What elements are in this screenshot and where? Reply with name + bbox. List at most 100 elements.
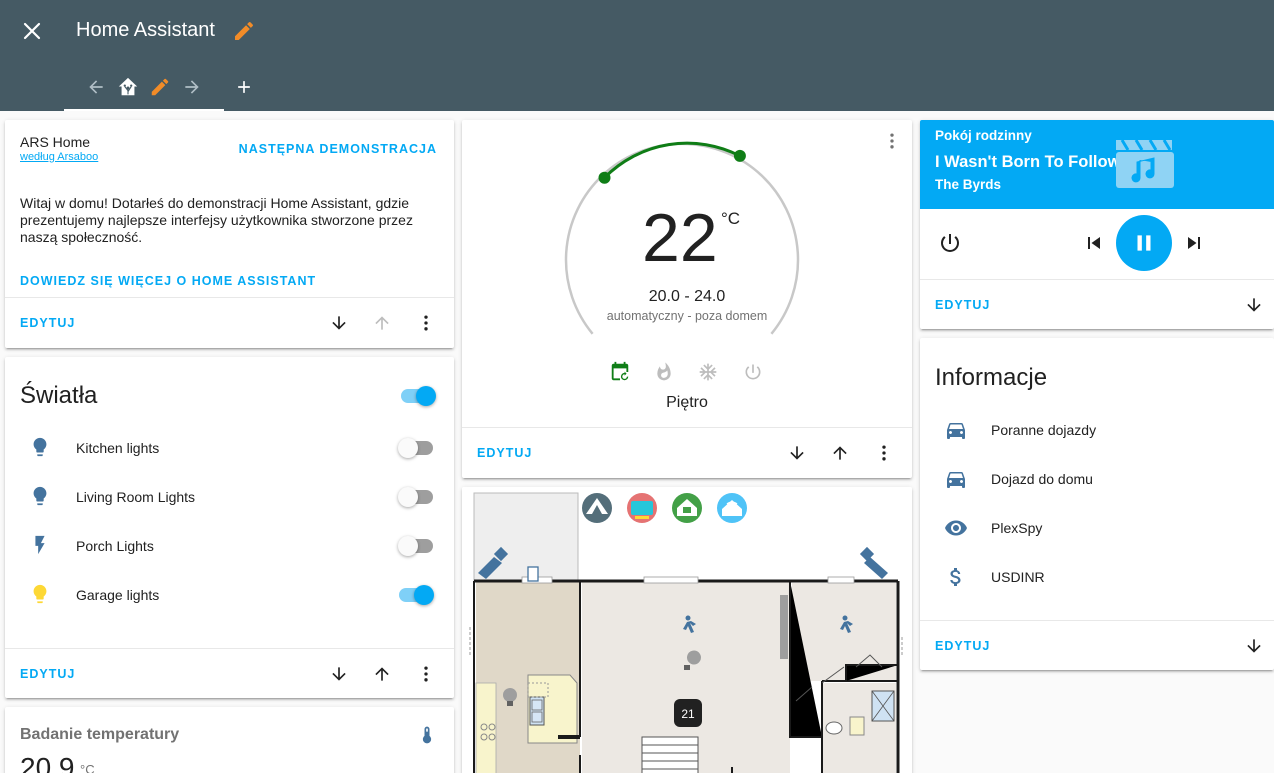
temperature-unit: °C (721, 209, 741, 228)
card-actions: EDYTUJ (920, 279, 1274, 329)
thermostat-name: Piętro (666, 394, 708, 411)
camera-icon[interactable] (864, 549, 894, 579)
skip-next-icon[interactable] (1182, 231, 1206, 255)
floorplan-image: 21 (462, 487, 912, 773)
light-row: Garage lights (5, 582, 454, 622)
power-icon[interactable] (743, 362, 765, 384)
media-track-title: I Wasn't Born To Follow (935, 153, 1121, 171)
light-name[interactable]: Porch Lights (76, 538, 154, 554)
fire-icon[interactable] (654, 362, 676, 384)
app-toolbar: Home Assistant (0, 0, 1274, 111)
info-item-label: PlexSpy (991, 520, 1043, 536)
arrow-down-icon[interactable] (327, 311, 351, 335)
lights-card: Światła Kitchen lights Living Room Light… (5, 357, 454, 698)
light-bulb-icon[interactable] (500, 685, 522, 707)
light-name[interactable]: Kitchen lights (76, 440, 159, 456)
edit-button[interactable]: EDYTUJ (935, 639, 990, 653)
lightbulb-icon[interactable] (29, 436, 51, 458)
learn-more-link[interactable]: DOWIEDZ SIĘ WIĘCEJ O HOME ASSISTANT (20, 274, 316, 288)
lightbulb-icon[interactable] (29, 583, 51, 605)
hvac-mode-text: automatyczny - poza domem (606, 309, 768, 323)
arrow-down-icon[interactable] (327, 662, 351, 686)
snowflake-icon[interactable] (698, 362, 720, 384)
sensor-value: 20.9 (20, 752, 75, 773)
arrow-down-icon[interactable] (785, 441, 809, 465)
home-assistant-icon[interactable] (116, 75, 140, 99)
power-icon[interactable] (938, 231, 962, 255)
media-artist: The Byrds (935, 177, 1002, 192)
more-vert-icon[interactable] (414, 662, 438, 686)
calendar-sync-icon[interactable] (609, 361, 631, 383)
target-range: 20.0 - 24.0 (648, 288, 726, 305)
light-row: Porch Lights (5, 533, 454, 573)
lightbulb-icon[interactable] (29, 485, 51, 507)
pencil-icon[interactable] (148, 75, 172, 99)
skip-previous-icon[interactable] (1082, 231, 1106, 255)
edit-button[interactable]: EDYTUJ (20, 316, 75, 330)
next-demo-button[interactable]: NASTĘPNA DEMONSTRACJA (239, 142, 437, 156)
high-setpoint-handle (733, 149, 746, 162)
card-actions: EDYTUJ (5, 648, 454, 698)
eye-icon (944, 516, 968, 540)
thermometer-icon (417, 723, 437, 747)
pause-icon[interactable] (1116, 215, 1172, 271)
sensor-title: Badanie temperatury (20, 726, 180, 743)
edit-button[interactable]: EDYTUJ (20, 667, 75, 681)
media-room-name: Pokój rodzinny (935, 128, 1032, 143)
info-row[interactable]: Dojazd do domu (920, 467, 1274, 507)
car-icon (944, 467, 968, 491)
plus-icon[interactable] (232, 75, 256, 99)
more-vert-icon[interactable] (872, 441, 896, 465)
currency-usd-icon (944, 565, 968, 589)
light-toggle[interactable] (398, 585, 434, 605)
media-player-card: Pokój rodzinny I Wasn't Born To Follow T… (920, 120, 1274, 329)
light-toggle[interactable] (398, 487, 434, 507)
lock-home-icon[interactable] (672, 493, 704, 525)
light-toggle[interactable] (398, 438, 434, 458)
camera-icon[interactable] (476, 549, 506, 579)
card-actions: EDYTUJ (920, 620, 1274, 670)
demo-description: Witaj w domu! Dotarłeś do demonstracji H… (20, 195, 413, 245)
arrow-up-icon[interactable] (370, 662, 394, 686)
card-actions: EDYTUJ (5, 297, 454, 348)
edit-button[interactable]: EDYTUJ (935, 298, 990, 312)
floorplan-card: 21 (462, 487, 912, 773)
media-header[interactable]: Pokój rodzinny I Wasn't Born To Follow T… (920, 120, 1274, 209)
information-card: Informacje Poranne dojazdy Dojazd do dom… (920, 338, 1274, 670)
light-name[interactable]: Living Room Lights (76, 489, 195, 505)
info-card-title: Informacje (935, 364, 1048, 391)
temperature-sensor-card[interactable]: Badanie temperatury 20.9 °C (5, 707, 454, 773)
wifi-home-icon[interactable] (717, 493, 749, 525)
info-row[interactable]: PlexSpy (920, 516, 1274, 556)
movie-music-icon (1112, 136, 1178, 190)
low-setpoint-handle (598, 171, 611, 184)
arrow-down-icon[interactable] (1242, 293, 1266, 317)
thermostat-card: 22 °C 20.0 - 24.0 automatyczny - poza do… (462, 120, 912, 478)
close-icon[interactable] (18, 17, 46, 45)
author-link[interactable]: według Arsaboo (20, 151, 98, 163)
light-toggle[interactable] (398, 536, 434, 556)
card-actions: EDYTUJ (462, 427, 912, 478)
light-name[interactable]: Garage lights (76, 587, 159, 603)
info-row[interactable]: Poranne dojazdy (920, 418, 1274, 458)
info-item-label: USDINR (991, 569, 1045, 585)
more-vert-icon[interactable] (414, 311, 438, 335)
lights-card-title: Światła (20, 382, 98, 409)
arrow-down-icon[interactable] (1242, 634, 1266, 658)
arrow-left-icon[interactable] (84, 75, 108, 99)
flash-icon[interactable] (29, 534, 51, 556)
lights-master-toggle[interactable] (400, 386, 436, 406)
edit-button[interactable]: EDYTUJ (477, 446, 532, 460)
pencil-icon[interactable] (232, 19, 256, 43)
server-icon[interactable] (582, 493, 614, 525)
info-row[interactable]: USDINR (920, 565, 1274, 605)
arrow-up-icon[interactable] (828, 441, 852, 465)
demo-card: ARS Home według Arsaboo NASTĘPNA DEMONST… (5, 120, 454, 348)
tv-icon[interactable] (627, 493, 659, 525)
floorplan-thermostat[interactable] (674, 699, 702, 727)
arrow-up-icon (370, 311, 394, 335)
light-row: Kitchen lights (5, 435, 454, 475)
light-bulb-icon[interactable] (676, 653, 698, 675)
arrow-right-icon[interactable] (180, 75, 204, 99)
current-temperature: 22 (642, 200, 718, 276)
